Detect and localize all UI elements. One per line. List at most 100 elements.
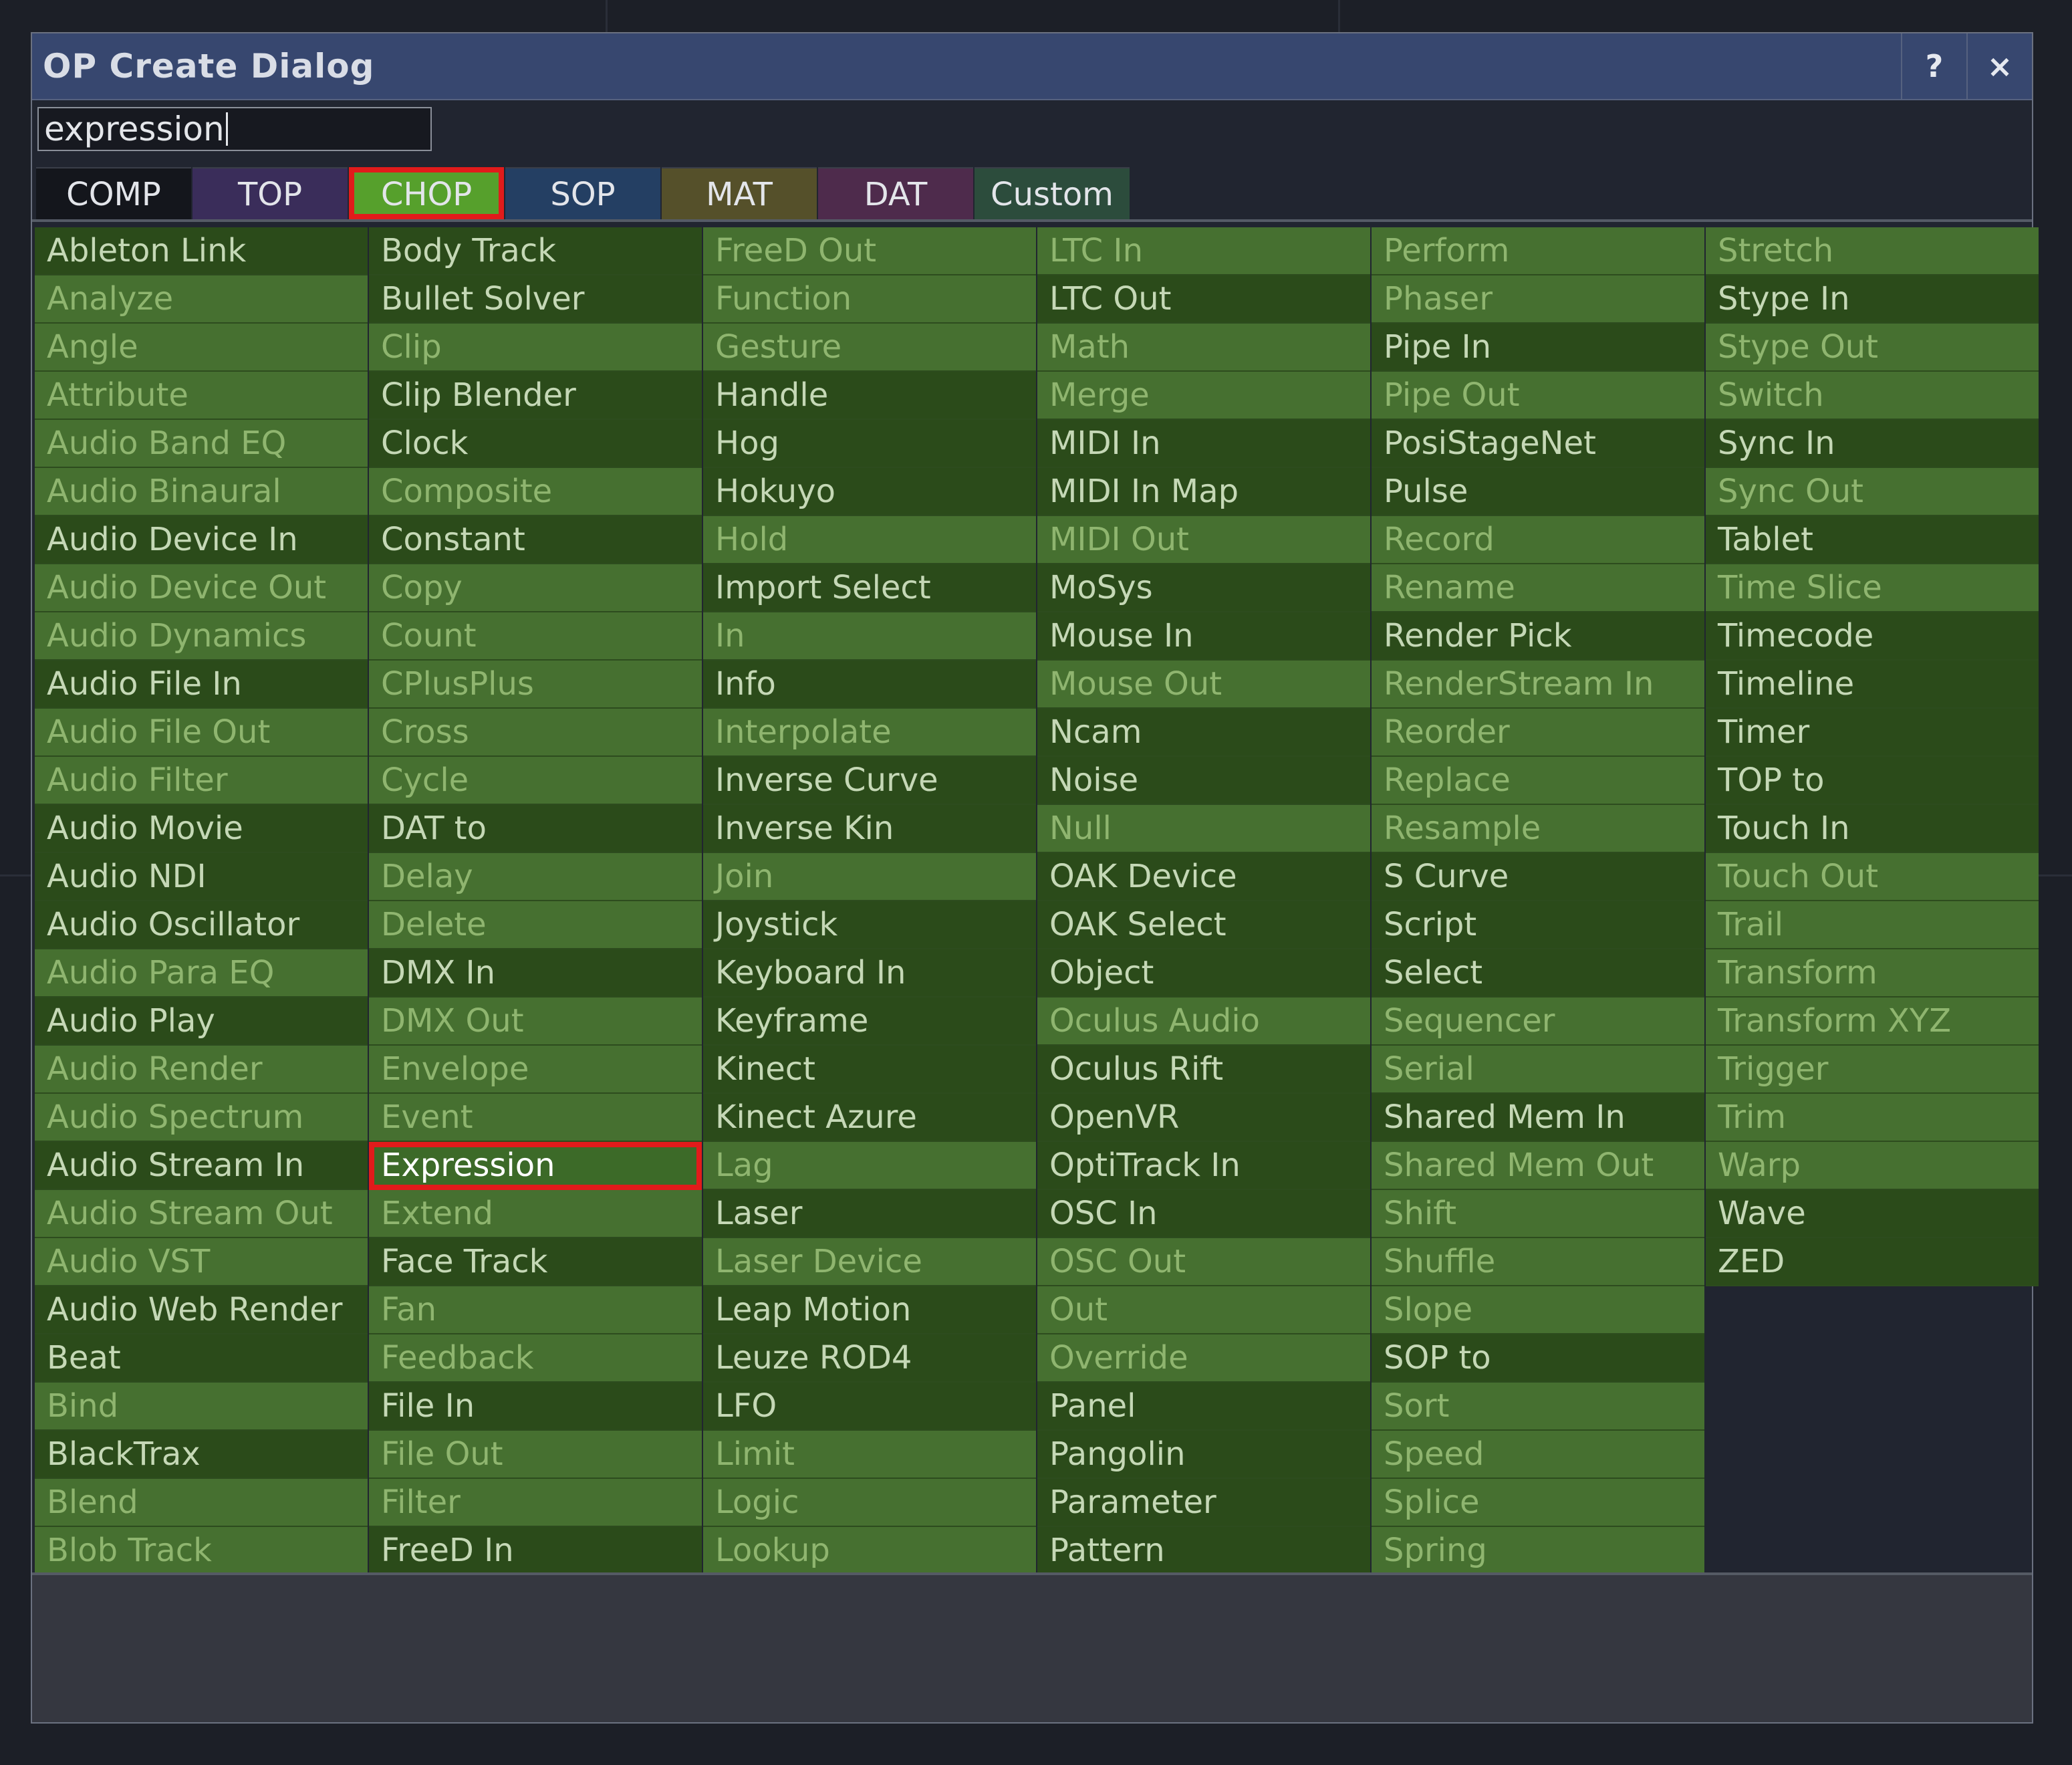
operator-item[interactable]: Audio Play [35, 997, 368, 1046]
operator-item[interactable]: Tablet [1706, 516, 2039, 564]
operator-item[interactable]: Merge [1037, 372, 1370, 420]
operator-item[interactable]: Event [369, 1094, 702, 1142]
operator-item[interactable]: Splice [1372, 1479, 1704, 1527]
operator-item[interactable]: Leuze ROD4 [703, 1334, 1036, 1383]
operator-item[interactable]: Reorder [1372, 709, 1704, 757]
operator-item[interactable]: Audio Stream Out [35, 1190, 368, 1238]
operator-item[interactable]: S Curve [1372, 853, 1704, 901]
operator-item[interactable]: Blend [35, 1479, 368, 1527]
tab-dat[interactable]: DAT [818, 167, 973, 219]
operator-item[interactable]: Audio Spectrum [35, 1094, 368, 1142]
operator-item[interactable]: Time Slice [1706, 564, 2039, 612]
operator-item[interactable]: LTC Out [1037, 275, 1370, 324]
operator-item[interactable]: Audio Movie [35, 805, 368, 853]
operator-item[interactable]: Interpolate [703, 709, 1036, 757]
operator-item[interactable]: OpenVR [1037, 1094, 1370, 1142]
operator-item[interactable]: Sort [1372, 1383, 1704, 1431]
operator-item[interactable]: OSC In [1037, 1190, 1370, 1238]
operator-item[interactable]: Trail [1706, 901, 2039, 949]
operator-item[interactable]: Function [703, 275, 1036, 324]
operator-item[interactable]: Stretch [1706, 227, 2039, 275]
operator-item[interactable]: Constant [369, 516, 702, 564]
operator-item[interactable]: PosiStageNet [1372, 420, 1704, 468]
operator-item[interactable]: Replace [1372, 757, 1704, 805]
operator-item[interactable]: OSC Out [1037, 1238, 1370, 1286]
operator-item[interactable]: File Out [369, 1431, 702, 1479]
operator-item[interactable]: MoSys [1037, 564, 1370, 612]
operator-item[interactable]: Keyframe [703, 997, 1036, 1046]
operator-item[interactable]: Body Track [369, 227, 702, 275]
operator-item[interactable]: Attribute [35, 372, 368, 420]
operator-item[interactable]: Bind [35, 1383, 368, 1431]
operator-item[interactable]: Cross [369, 709, 702, 757]
operator-item[interactable]: Audio Dynamics [35, 612, 368, 661]
operator-item[interactable]: Touch Out [1706, 853, 2039, 901]
operator-item[interactable]: Analyze [35, 275, 368, 324]
operator-item[interactable]: Serial [1372, 1046, 1704, 1094]
operator-item[interactable]: OAK Select [1037, 901, 1370, 949]
operator-item[interactable]: Angle [35, 324, 368, 372]
operator-item[interactable]: Fan [369, 1286, 702, 1334]
operator-item[interactable]: Ableton Link [35, 227, 368, 275]
operator-item[interactable]: Clip Blender [369, 372, 702, 420]
operator-item[interactable]: Handle [703, 372, 1036, 420]
operator-item[interactable]: Script [1372, 901, 1704, 949]
operator-item[interactable]: Select [1372, 949, 1704, 997]
operator-item[interactable]: Clip [369, 324, 702, 372]
operator-item[interactable]: Inverse Kin [703, 805, 1036, 853]
operator-item[interactable]: Pulse [1372, 468, 1704, 516]
operator-item[interactable]: Lookup [703, 1527, 1036, 1575]
operator-item[interactable]: Audio Binaural [35, 468, 368, 516]
tab-custom[interactable]: Custom [975, 167, 1130, 219]
operator-item[interactable]: DMX Out [369, 997, 702, 1046]
tab-mat[interactable]: MAT [662, 167, 817, 219]
operator-item[interactable]: FreeD In [369, 1527, 702, 1575]
operator-item[interactable]: Transform [1706, 949, 2039, 997]
operator-item[interactable]: Delay [369, 853, 702, 901]
tab-chop[interactable]: CHOP [349, 167, 504, 219]
operator-item[interactable]: Audio Web Render [35, 1286, 368, 1334]
operator-item[interactable]: Limit [703, 1431, 1036, 1479]
operator-item[interactable]: Count [369, 612, 702, 661]
operator-item[interactable]: Copy [369, 564, 702, 612]
operator-item[interactable]: Kinect [703, 1046, 1036, 1094]
operator-item[interactable]: Spring [1372, 1527, 1704, 1575]
operator-item[interactable]: Trim [1706, 1094, 2039, 1142]
operator-item[interactable]: Perform [1372, 227, 1704, 275]
operator-item[interactable]: Audio Filter [35, 757, 368, 805]
operator-item[interactable]: Object [1037, 949, 1370, 997]
operator-item[interactable]: MIDI In [1037, 420, 1370, 468]
operator-item[interactable]: Audio Stream In [35, 1142, 368, 1190]
operator-item[interactable]: BlackTrax [35, 1431, 368, 1479]
operator-item[interactable]: Hog [703, 420, 1036, 468]
operator-item[interactable]: Stype Out [1706, 324, 2039, 372]
operator-item[interactable]: Shift [1372, 1190, 1704, 1238]
operator-item[interactable]: MIDI In Map [1037, 468, 1370, 516]
operator-item[interactable]: Audio File Out [35, 709, 368, 757]
operator-item[interactable]: Lag [703, 1142, 1036, 1190]
operator-item[interactable]: Leap Motion [703, 1286, 1036, 1334]
operator-item[interactable]: Render Pick [1372, 612, 1704, 661]
operator-item[interactable]: Oculus Audio [1037, 997, 1370, 1046]
operator-item[interactable]: Rename [1372, 564, 1704, 612]
operator-item[interactable]: Shuffle [1372, 1238, 1704, 1286]
operator-item[interactable]: Audio Band EQ [35, 420, 368, 468]
operator-item[interactable]: Panel [1037, 1383, 1370, 1431]
operator-item[interactable]: Mouse In [1037, 612, 1370, 661]
operator-item[interactable]: RenderStream In [1372, 661, 1704, 709]
operator-item[interactable]: Mouse Out [1037, 661, 1370, 709]
operator-item[interactable]: Laser Device [703, 1238, 1036, 1286]
operator-item[interactable]: TOP to [1706, 757, 2039, 805]
operator-item[interactable]: Inverse Curve [703, 757, 1036, 805]
operator-item[interactable]: Audio NDI [35, 853, 368, 901]
operator-item[interactable]: Audio Render [35, 1046, 368, 1094]
operator-item[interactable]: Gesture [703, 324, 1036, 372]
operator-item[interactable]: Audio Device Out [35, 564, 368, 612]
operator-item[interactable]: Hold [703, 516, 1036, 564]
operator-item[interactable]: Sync Out [1706, 468, 2039, 516]
operator-item[interactable]: Trigger [1706, 1046, 2039, 1094]
operator-item[interactable]: Face Track [369, 1238, 702, 1286]
operator-item[interactable]: Pipe Out [1372, 372, 1704, 420]
operator-item[interactable]: Joystick [703, 901, 1036, 949]
operator-item[interactable]: Pangolin [1037, 1431, 1370, 1479]
